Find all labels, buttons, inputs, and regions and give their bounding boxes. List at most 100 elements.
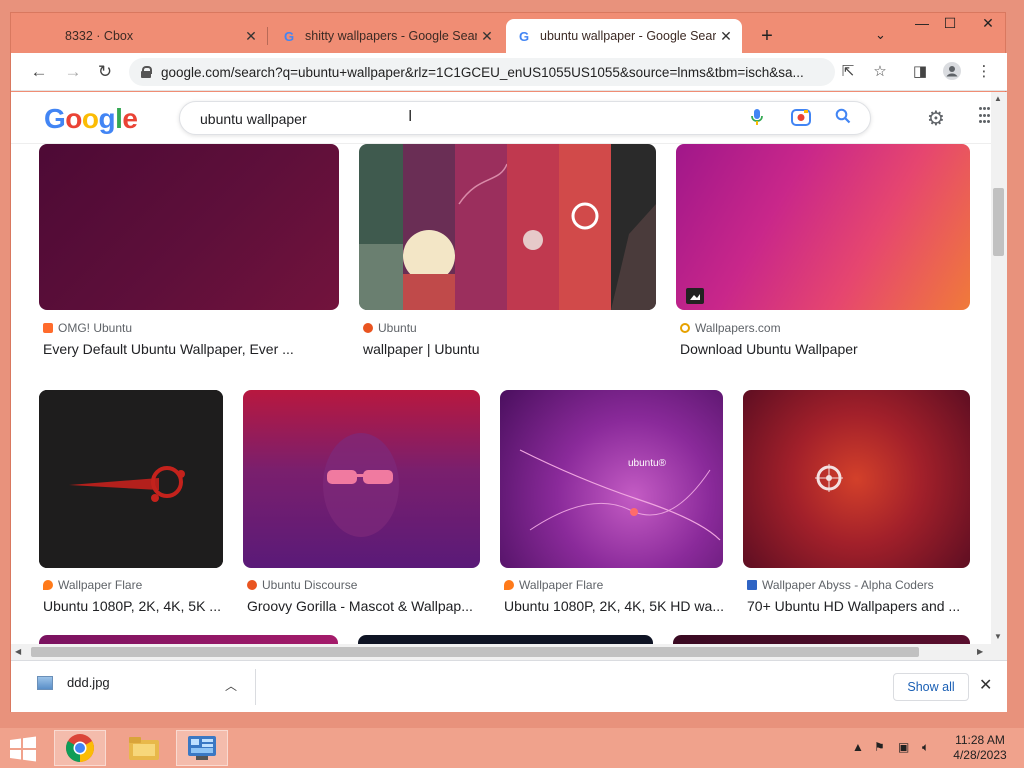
result-title[interactable]: Groovy Gorilla - Mascot & Wallpap... xyxy=(247,598,477,614)
control-panel-taskbar-button[interactable] xyxy=(176,730,228,766)
settings-gear-icon[interactable]: ⚙ xyxy=(927,106,945,131)
windows-start-icon[interactable] xyxy=(8,736,38,762)
microphone-icon[interactable] xyxy=(746,108,768,131)
tab-search-chevron-icon[interactable]: ⌄ xyxy=(875,27,886,43)
taskbar: ▲ ⚑ ▣ 🔈︎ 11:28 AM 4/28/2023 xyxy=(0,728,1024,768)
result-thumbnail[interactable] xyxy=(39,144,339,310)
search-query[interactable]: ubuntu wallpaper xyxy=(200,111,307,127)
back-icon[interactable]: ← xyxy=(27,61,51,83)
show-all-button[interactable]: Show all xyxy=(893,673,969,701)
google-apps-icon[interactable] xyxy=(979,107,991,125)
tab-title: 8332 · Cbox xyxy=(65,29,134,43)
tab-close-icon[interactable]: ✕ xyxy=(718,28,734,45)
image-results-grid: OMG! Ubuntu Every Default Ubuntu Wallpap… xyxy=(11,144,991,647)
scroll-right-icon[interactable]: ▶ xyxy=(977,647,983,656)
result-thumbnail[interactable] xyxy=(39,390,223,568)
chevron-up-icon[interactable]: ︿ xyxy=(225,677,237,694)
source-label: Wallpapers.com xyxy=(695,321,781,335)
side-panel-icon[interactable]: ◨ xyxy=(909,62,931,80)
alpha-coders-favicon-icon xyxy=(747,580,757,590)
result-source[interactable]: Ubuntu xyxy=(363,321,417,335)
logo-letter: o xyxy=(65,103,82,134)
result-thumbnail[interactable] xyxy=(676,144,970,310)
google-images-page: Google ubuntu wallpaper I ⚙ OMG! Ubuntu … xyxy=(11,92,1007,660)
volume-muted-icon[interactable]: 🔈︎ xyxy=(922,740,929,755)
result-source[interactable]: Wallpaper Abyss - Alpha Coders xyxy=(747,578,934,592)
result-title[interactable]: Download Ubuntu Wallpaper xyxy=(680,341,970,357)
result-thumbnail[interactable] xyxy=(359,144,656,310)
chrome-icon xyxy=(66,734,94,762)
ubuntu-discourse-favicon-icon xyxy=(247,580,257,590)
logo-letter: e xyxy=(122,103,138,134)
bookmark-star-icon[interactable]: ☆ xyxy=(869,62,891,80)
browser-toolbar: ← → ↻ google.com/search?q=ubuntu+wallpap… xyxy=(11,53,1007,91)
result-title[interactable]: Every Default Ubuntu Wallpaper, Ever ... xyxy=(43,341,339,357)
google-logo[interactable]: Google xyxy=(44,103,138,135)
tab-close-icon[interactable]: ✕ xyxy=(243,28,259,45)
new-tab-icon[interactable]: + xyxy=(755,25,779,47)
google-header: Google ubuntu wallpaper I ⚙ xyxy=(11,92,991,144)
scroll-left-icon[interactable]: ◀ xyxy=(15,647,21,656)
download-item[interactable]: ddd.jpg xyxy=(37,675,110,690)
downloads-bar: ddd.jpg ︿ Show all ✕ xyxy=(11,660,1007,712)
lock-icon xyxy=(141,66,152,78)
scroll-down-icon[interactable]: ▼ xyxy=(994,632,1002,641)
result-thumbnail[interactable] xyxy=(743,390,970,568)
download-filename: ddd.jpg xyxy=(67,675,110,690)
share-icon[interactable]: ⇱ xyxy=(837,62,859,80)
tab-title: ubuntu wallpaper - Google Search xyxy=(540,29,716,43)
scroll-up-icon[interactable]: ▲ xyxy=(994,94,1002,103)
tab-shitty-wallpapers[interactable]: G shitty wallpapers - Google Search ✕ xyxy=(271,19,503,53)
camera-lens-icon[interactable] xyxy=(790,108,812,131)
clock-date: 4/28/2023 xyxy=(953,748,1007,762)
system-clock[interactable]: 11:28 AM 4/28/2023 xyxy=(940,733,1020,763)
ubuntu-favicon-icon xyxy=(363,323,373,333)
control-panel-icon xyxy=(188,736,216,760)
horizontal-scroll-thumb[interactable] xyxy=(31,647,919,657)
image-badge-icon xyxy=(686,288,704,304)
result-title[interactable]: Ubuntu 1080P, 2K, 4K, 5K ... xyxy=(43,598,223,614)
maximize-icon[interactable]: ☐ xyxy=(935,15,965,32)
result-source[interactable]: Wallpaper Flare xyxy=(504,578,603,592)
folder-icon xyxy=(129,737,159,760)
vertical-scrollbar[interactable]: ▲ ▼ xyxy=(991,92,1007,660)
kebab-menu-icon[interactable]: ⋮ xyxy=(973,62,995,80)
result-title[interactable]: Ubuntu 1080P, 2K, 4K, 5K HD wa... xyxy=(504,598,724,614)
result-source[interactable]: Wallpapers.com xyxy=(680,321,781,335)
result-title[interactable]: 70+ Ubuntu HD Wallpapers and ... xyxy=(747,598,969,614)
search-icon[interactable] xyxy=(832,108,854,129)
forward-icon[interactable]: → xyxy=(61,61,85,83)
result-thumbnail[interactable]: ubuntu® xyxy=(500,390,723,568)
minimize-icon[interactable]: — xyxy=(907,15,937,31)
tab-close-icon[interactable]: ✕ xyxy=(479,28,495,45)
result-source[interactable]: Ubuntu Discourse xyxy=(247,578,357,592)
show-hidden-icons-chevron-icon[interactable]: ▲ xyxy=(852,740,864,754)
tab-title: shitty wallpapers - Google Search xyxy=(305,29,477,43)
close-window-icon[interactable]: ✕ xyxy=(973,15,1003,32)
network-icon[interactable]: ▣ xyxy=(898,740,909,754)
file-explorer-taskbar-button[interactable] xyxy=(118,730,170,766)
reload-icon[interactable]: ↻ xyxy=(93,61,117,83)
address-bar[interactable]: google.com/search?q=ubuntu+wallpaper&rlz… xyxy=(129,58,835,86)
result-source[interactable]: OMG! Ubuntu xyxy=(43,321,132,335)
divider xyxy=(255,669,256,705)
close-downloads-icon[interactable]: ✕ xyxy=(979,675,992,695)
logo-letter: G xyxy=(44,103,66,134)
result-source[interactable]: Wallpaper Flare xyxy=(43,578,142,592)
profile-avatar-icon[interactable] xyxy=(941,62,963,84)
tab-ubuntu-wallpaper[interactable]: G ubuntu wallpaper - Google Search ✕ xyxy=(506,19,742,53)
source-label: Ubuntu xyxy=(378,321,417,335)
result-thumbnail[interactable] xyxy=(243,390,480,568)
tab-cbox[interactable]: 8332 · Cbox ✕ xyxy=(55,19,267,53)
vertical-scroll-thumb[interactable] xyxy=(993,188,1004,256)
horizontal-scrollbar[interactable]: ◀ ▶ xyxy=(11,644,991,660)
chrome-taskbar-button[interactable] xyxy=(54,730,106,766)
search-box[interactable]: ubuntu wallpaper I xyxy=(179,101,871,135)
url-text: google.com/search?q=ubuntu+wallpaper&rlz… xyxy=(161,64,804,80)
action-center-flag-icon[interactable]: ⚑ xyxy=(874,740,885,754)
result-title[interactable]: wallpaper | Ubuntu xyxy=(363,341,653,357)
logo-letter: g xyxy=(98,103,116,134)
tab-strip: 8332 · Cbox ✕ G shitty wallpapers - Goog… xyxy=(11,13,1007,53)
logo-letter: o xyxy=(81,103,99,134)
google-favicon-icon: G xyxy=(283,28,295,44)
